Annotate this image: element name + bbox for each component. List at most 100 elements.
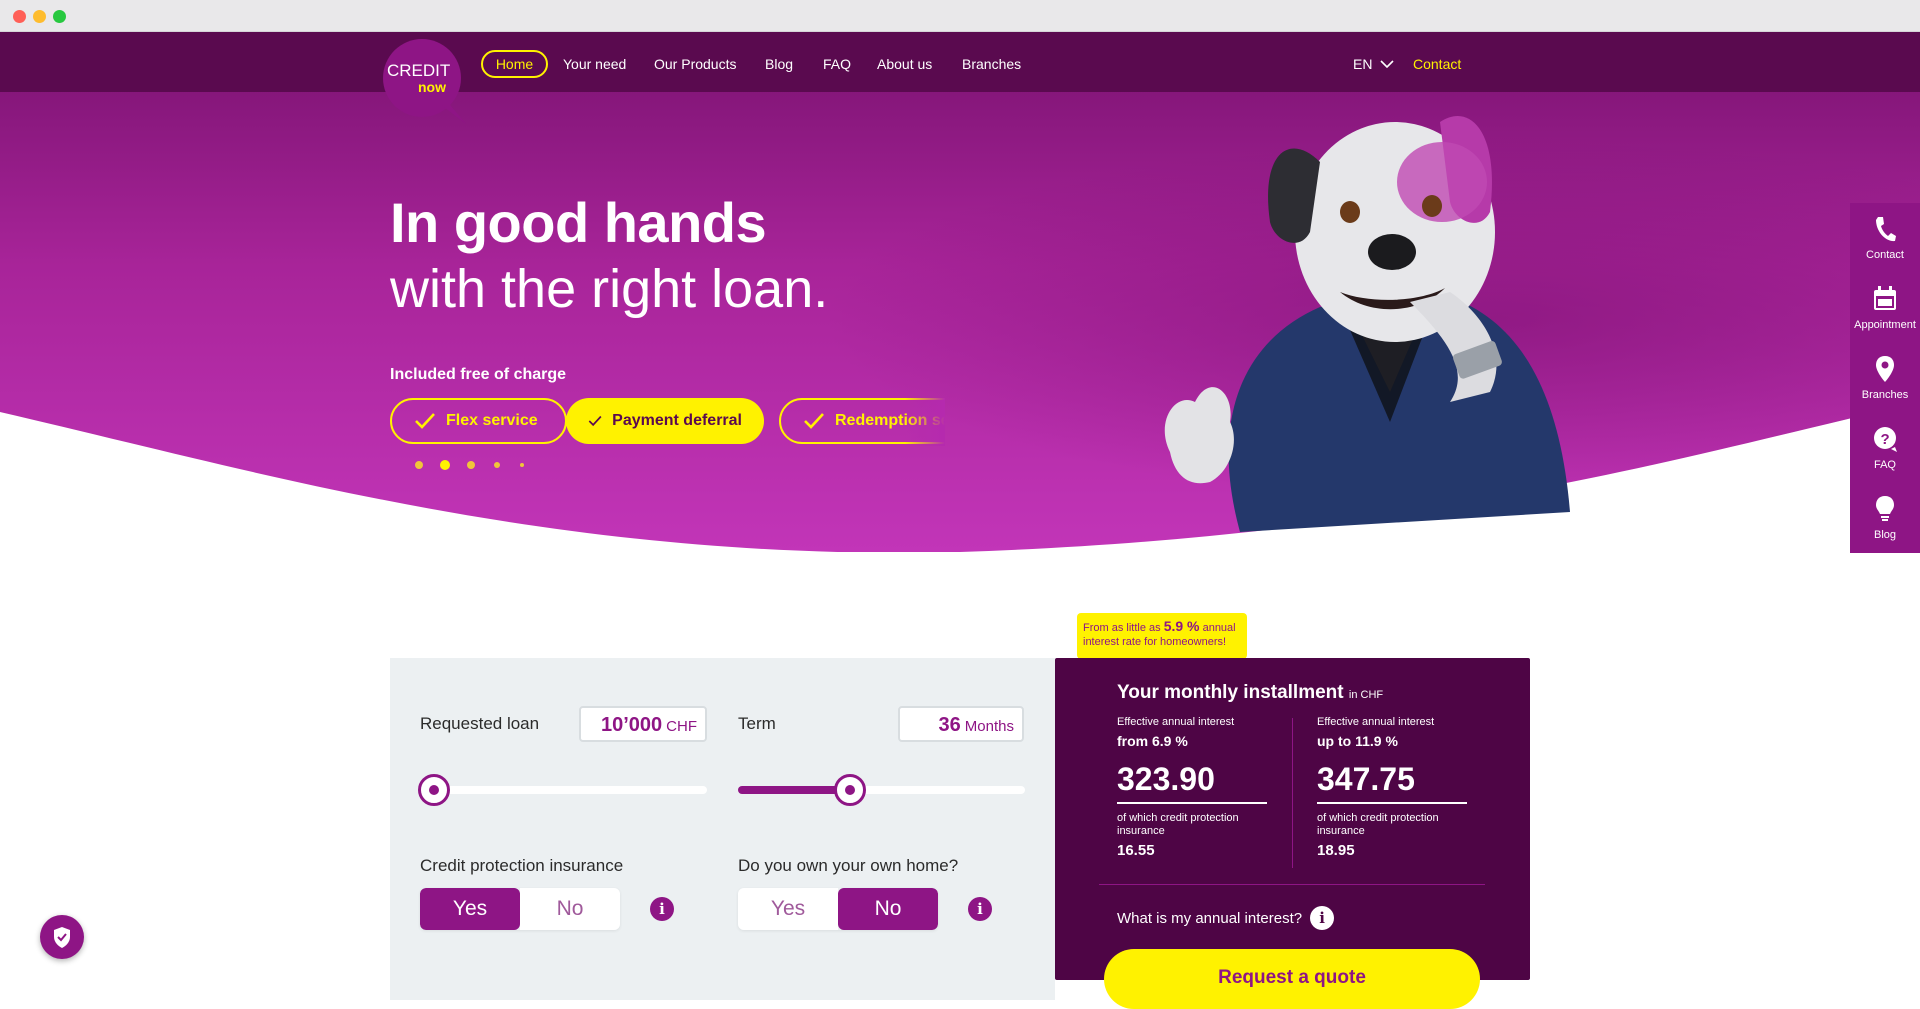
maximize-window-button[interactable] bbox=[53, 10, 66, 23]
carousel-dot[interactable] bbox=[520, 463, 524, 467]
installment-title-unit: in CHF bbox=[1348, 689, 1384, 701]
monthly-installment-panel: Your monthly installment in CHF Effectiv… bbox=[1055, 658, 1530, 980]
hero-section bbox=[0, 32, 1920, 552]
promo-rate: 5.9 % bbox=[1163, 618, 1200, 634]
term-value: 36 bbox=[938, 714, 961, 736]
side-link-contact[interactable]: Contact bbox=[1850, 203, 1920, 273]
side-link-label: FAQ bbox=[1873, 459, 1896, 471]
side-link-blog[interactable]: Blog bbox=[1850, 483, 1920, 553]
loan-value: 10’000 bbox=[601, 714, 663, 736]
nav-contact[interactable]: Contact bbox=[1413, 50, 1461, 78]
installment-title-text: Your monthly installment bbox=[1117, 682, 1344, 703]
hero-title-bold: In good hands bbox=[390, 191, 767, 254]
own-home-label: Do you own your own home? bbox=[738, 856, 959, 875]
installment-amount-min: 323.90 bbox=[1117, 761, 1267, 804]
pill-fade-overlay bbox=[905, 398, 945, 446]
carousel-dot[interactable] bbox=[467, 461, 475, 469]
effective-interest-label: Effective annual interest bbox=[1117, 716, 1235, 728]
effective-interest-label: Effective annual interest bbox=[1317, 716, 1435, 728]
logo-text-now: now bbox=[418, 79, 446, 95]
own-home-toggle: Yes No bbox=[738, 888, 938, 930]
panel-divider bbox=[1099, 884, 1485, 885]
nav-home[interactable]: Home bbox=[481, 50, 548, 78]
annual-interest-question: What is my annual interest? bbox=[1117, 909, 1303, 927]
hero-background bbox=[0, 32, 1920, 552]
pill-payment-deferral[interactable]: Payment deferral bbox=[566, 398, 764, 444]
calendar-icon bbox=[1874, 286, 1896, 310]
own-home-no-button[interactable]: No bbox=[838, 888, 938, 930]
annual-interest-info-icon[interactable]: i bbox=[1310, 906, 1335, 930]
term-slider-handle[interactable] bbox=[833, 774, 866, 806]
location-pin-icon bbox=[1876, 356, 1894, 382]
lightbulb-icon bbox=[1876, 496, 1894, 521]
homeowner-promo-badge: From as little as 5.9 % annual interest … bbox=[1077, 613, 1247, 659]
requested-loan-input[interactable]: 10’000 CHF bbox=[579, 706, 707, 742]
chevron-down-icon bbox=[1380, 60, 1395, 68]
close-window-button[interactable] bbox=[13, 10, 26, 23]
minimize-window-button[interactable] bbox=[33, 10, 46, 23]
column-divider bbox=[1292, 718, 1293, 868]
creditnow-logo[interactable]: CREDIT now bbox=[382, 38, 468, 124]
insurance-share-label: of which credit protection insurance bbox=[1117, 812, 1239, 837]
carousel-dot[interactable] bbox=[494, 462, 500, 468]
browser-chrome bbox=[0, 0, 1920, 32]
installment-column-max: Effective annual interest up to 11.9 % 3… bbox=[1317, 716, 1477, 859]
side-link-branches[interactable]: Branches bbox=[1850, 343, 1920, 413]
language-selector[interactable]: EN bbox=[1353, 50, 1395, 78]
nav-your-need[interactable]: Your need bbox=[563, 50, 626, 78]
question-icon: ? bbox=[1874, 427, 1897, 452]
insurance-no-button[interactable]: No bbox=[520, 888, 620, 930]
loan-calculator-inputs: Requested loan 10’000 CHF Term 36 Months… bbox=[390, 658, 1055, 1000]
nav-blog[interactable]: Blog bbox=[765, 50, 793, 78]
own-home-info-icon[interactable]: i bbox=[968, 897, 992, 921]
interest-rate-max: up to 11.9 % bbox=[1317, 733, 1398, 749]
loan-slider-handle[interactable] bbox=[418, 774, 451, 806]
side-quick-links-panel: Contact Appointment Branches ? FAQ Blog bbox=[1850, 203, 1920, 553]
checkmark-icon bbox=[804, 413, 824, 429]
pill-flex-service[interactable]: Flex service bbox=[390, 398, 567, 444]
phone-icon bbox=[1876, 217, 1896, 242]
term-unit: Months bbox=[964, 718, 1014, 735]
nav-our-products[interactable]: Our Products bbox=[654, 50, 736, 78]
loan-slider-track[interactable] bbox=[420, 786, 707, 794]
installment-column-min: Effective annual interest from 6.9 % 323… bbox=[1117, 716, 1277, 859]
insurance-share-label: of which credit protection insurance bbox=[1317, 812, 1439, 837]
top-navigation-bar bbox=[0, 32, 1920, 92]
request-quote-button[interactable]: Request a quote bbox=[1104, 949, 1480, 1009]
shield-check-icon bbox=[54, 927, 70, 948]
side-link-label: Appointment bbox=[1854, 319, 1916, 331]
feature-pills-carousel: Flex service Payment deferral Redemption… bbox=[390, 398, 945, 446]
insurance-share-min: 16.55 bbox=[1117, 842, 1155, 859]
own-home-yes-button[interactable]: Yes bbox=[738, 888, 838, 930]
hero-title-regular: with the right loan. bbox=[390, 259, 829, 319]
nav-faq[interactable]: FAQ bbox=[823, 50, 851, 78]
mascot-dog-illustration bbox=[1164, 116, 1570, 532]
installment-amount-max: 347.75 bbox=[1317, 761, 1467, 804]
insurance-label: Credit protection insurance bbox=[420, 856, 624, 875]
nav-about-us[interactable]: About us bbox=[877, 50, 932, 78]
checkmark-icon bbox=[415, 413, 435, 429]
language-label: EN bbox=[1353, 56, 1373, 72]
carousel-dot-active[interactable] bbox=[440, 460, 450, 470]
installment-title: Your monthly installment in CHF bbox=[1117, 682, 1383, 704]
side-link-faq[interactable]: ? FAQ bbox=[1850, 413, 1920, 483]
requested-loan-label: Requested loan bbox=[420, 714, 540, 733]
loan-unit: CHF bbox=[666, 718, 697, 735]
privacy-settings-button[interactable] bbox=[40, 915, 84, 959]
annual-interest-link[interactable]: What is my annual interest? i bbox=[1117, 906, 1335, 930]
promo-prefix: From as little as bbox=[1083, 622, 1161, 634]
pill-label: Payment deferral bbox=[612, 412, 742, 429]
logo-text-credit: CREDIT bbox=[387, 61, 450, 80]
term-label: Term bbox=[738, 714, 776, 733]
carousel-dot[interactable] bbox=[415, 461, 423, 469]
insurance-share-max: 18.95 bbox=[1317, 842, 1355, 859]
insurance-yes-button[interactable]: Yes bbox=[420, 888, 520, 930]
side-link-label: Branches bbox=[1861, 389, 1909, 401]
svg-text:?: ? bbox=[1881, 431, 1890, 448]
side-link-label: Contact bbox=[1866, 249, 1904, 261]
term-input[interactable]: 36 Months bbox=[898, 706, 1024, 742]
checkmark-icon bbox=[588, 415, 602, 427]
insurance-info-icon[interactable]: i bbox=[650, 897, 674, 921]
side-link-appointment[interactable]: Appointment bbox=[1850, 273, 1920, 343]
nav-branches[interactable]: Branches bbox=[962, 50, 1021, 78]
